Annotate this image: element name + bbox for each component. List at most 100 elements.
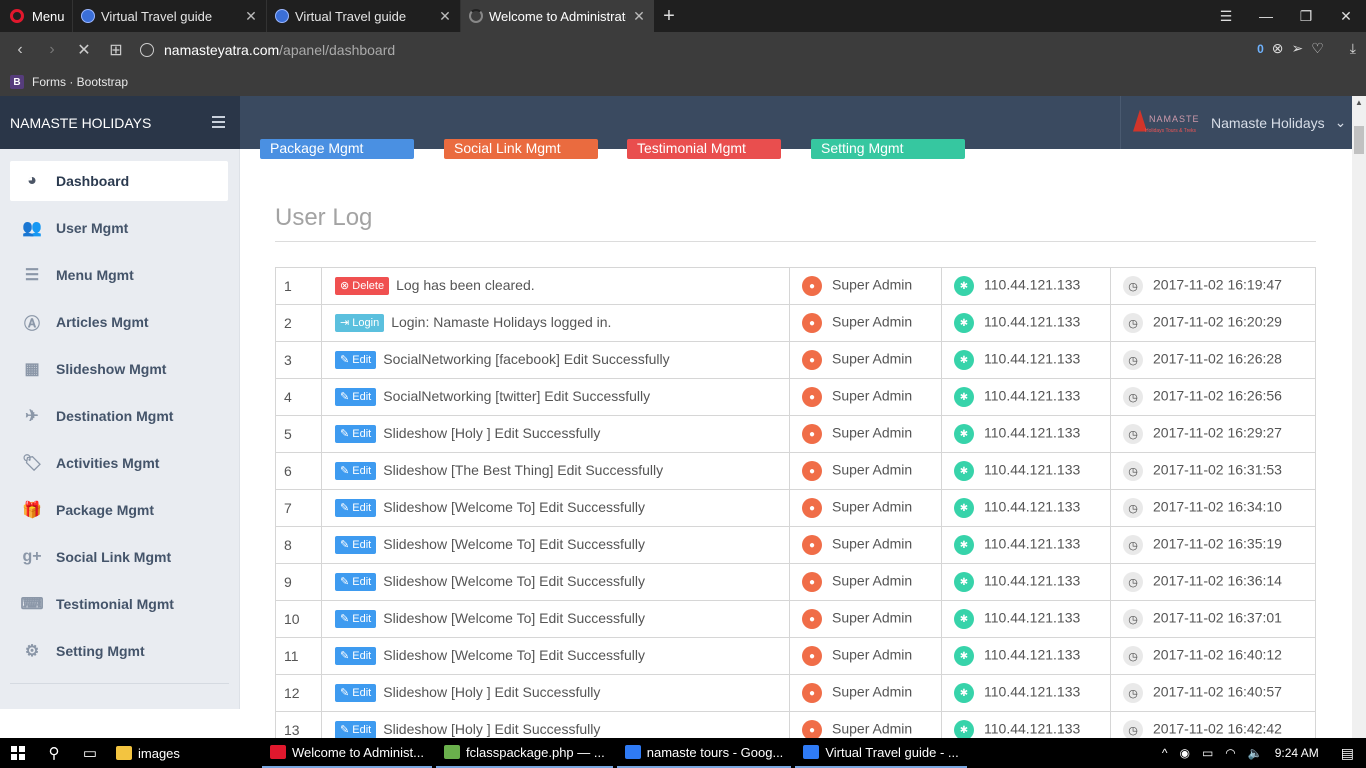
bug-icon: ✱ [954, 572, 974, 592]
taskbar-app-0[interactable]: images [108, 738, 258, 768]
send-icon[interactable]: ➢ [1292, 40, 1304, 57]
log-user-cell: ● Super Admin [789, 711, 942, 738]
sidebar-item-setting-mgmt[interactable]: ⚙ Setting Mgmt [10, 631, 228, 671]
close-tab-icon[interactable]: ✕ [244, 8, 258, 25]
user-menu[interactable]: NAMASTE Holidays Tours & Treks Namaste H… [1120, 96, 1352, 149]
action-badge: ⇥ Login [335, 314, 385, 333]
close-tab-icon[interactable]: ✕ [438, 8, 452, 25]
bookmark-forms-bootstrap[interactable]: Forms · Bootstrap [32, 75, 128, 89]
heart-icon[interactable]: ♡ [1311, 40, 1324, 57]
log-time: 2017-11-02 16:26:56 [1153, 387, 1282, 404]
quick-link-testimonial-mgmt[interactable]: Testimonial Mgmt [627, 139, 781, 159]
log-user: Super Admin [832, 498, 913, 515]
action-badge-label: Edit [352, 428, 372, 441]
action-badge: ✎ Edit [335, 721, 377, 738]
browser-tab-1[interactable]: Virtual Travel guide ✕ [72, 0, 266, 32]
taskbar-app-1[interactable]: Welcome to Administ... [262, 738, 432, 768]
table-row: 11 ✎ Edit Slideshow [Welcome To] Edit Succ… [275, 637, 1316, 675]
log-action-cell: ✎ Edit SocialNetworking [facebook] Edit S… [321, 341, 790, 379]
minimize-icon[interactable]: — [1246, 0, 1286, 32]
tab-menu-icon[interactable]: ☰ [1206, 0, 1246, 32]
google-plus-icon: g+ [22, 548, 42, 565]
action-badge-label: Edit [352, 724, 372, 737]
log-ip-cell: ✱ 110.44.121.133 [941, 563, 1111, 601]
quick-link-setting-mgmt[interactable]: Setting Mgmt [811, 139, 965, 159]
taskbar-app-2[interactable]: fclasspackage.php — ... [435, 738, 613, 768]
opera-menu-button[interactable]: Menu [0, 0, 72, 32]
sidebar-item-user-mgmt[interactable]: 👥 User Mgmt [10, 208, 228, 248]
app-icon [270, 745, 286, 759]
forward-icon[interactable]: › [36, 41, 68, 59]
sidebar-item-activities-mgmt[interactable]: 🏷 Activities Mgmt [10, 443, 228, 483]
clock-icon: ◷ [1123, 498, 1143, 518]
clock-icon: ◷ [1123, 535, 1143, 555]
restore-icon[interactable]: ❐ [1286, 0, 1326, 32]
scrollbar-thumb[interactable] [1354, 126, 1364, 154]
download-icon[interactable]: ⤓ [1350, 40, 1356, 57]
keyboard-icon: ⌨ [20, 596, 44, 613]
back-icon[interactable]: ‹ [4, 41, 36, 59]
action-badge: ✎ Edit [335, 499, 377, 518]
log-ip: 110.44.121.133 [984, 646, 1081, 663]
sidebar-toggle-icon[interactable] [212, 116, 225, 131]
taskbar-app-4[interactable]: Virtual Travel guide - ... [795, 738, 967, 768]
log-user-cell: ● Super Admin [789, 415, 942, 453]
log-ip-cell: ✱ 110.44.121.133 [941, 452, 1111, 490]
tabs-grid-icon[interactable]: ⊞ [100, 40, 132, 60]
bug-icon: ✱ [954, 609, 974, 629]
quick-link-social-link-mgmt[interactable]: Social Link Mgmt [444, 139, 598, 159]
log-user-cell: ● Super Admin [789, 489, 942, 527]
url-field[interactable]: namasteyatra.com/apanel/dashboard [140, 38, 1320, 62]
sidebar-item-menu-mgmt[interactable]: ☰ Menu Mgmt [10, 255, 228, 295]
sidebar-item-testimonial-mgmt[interactable]: ⌨ Testimonial Mgmt [10, 584, 228, 624]
wifi-icon[interactable]: ◠ [1225, 746, 1235, 760]
dashboard-icon: ◕ [27, 172, 37, 189]
sidebar-item-social-link-mgmt[interactable]: g+ Social Link Mgmt [10, 537, 228, 577]
new-tab-button[interactable]: + [654, 5, 684, 28]
stop-loading-icon[interactable]: ✕ [68, 40, 100, 60]
start-button[interactable] [0, 746, 36, 760]
task-view-icon[interactable]: ▭ [72, 744, 108, 762]
clock[interactable]: 9:24 AM [1275, 746, 1319, 760]
taskbar-app-3[interactable]: namaste tours - Goog... [616, 738, 792, 768]
notifications-icon[interactable]: ▤ [1341, 745, 1354, 762]
log-message: Slideshow [Welcome To] Edit Successfully [383, 609, 645, 626]
battery-icon[interactable]: ▭ [1202, 746, 1213, 760]
sidebar-item-slideshow-mgmt[interactable]: ▦ Slideshow Mgmt [10, 349, 228, 389]
sidebar-item-destination-mgmt[interactable]: ✈ Destination Mgmt [10, 396, 228, 436]
brand-title[interactable]: NAMASTE HOLIDAYS [0, 96, 240, 149]
log-time-cell: ◷ 2017-11-02 16:40:57 [1110, 674, 1316, 712]
scroll-up-icon[interactable]: ▲ [1355, 98, 1363, 107]
log-ip: 110.44.121.133 [984, 535, 1081, 552]
log-ip: 110.44.121.133 [984, 276, 1081, 293]
page-scrollbar[interactable]: ▲ [1352, 96, 1366, 738]
row-number: 11 [275, 637, 322, 675]
sidebar-item-label: Testimonial Mgmt [56, 596, 174, 612]
adblock-counter[interactable]: 0 [1257, 42, 1264, 56]
table-row: 10 ✎ Edit Slideshow [Welcome To] Edit Succ… [275, 600, 1316, 638]
panel-title: User Log [275, 204, 373, 231]
search-icon[interactable]: ⚲ [36, 744, 72, 762]
quick-link-package-mgmt[interactable]: Package Mgmt [260, 139, 414, 159]
log-time-cell: ◷ 2017-11-02 16:35:19 [1110, 526, 1316, 564]
browser-tab-3-active[interactable]: Welcome to Administrator ✕ [460, 0, 654, 32]
sidebar-item-articles-mgmt[interactable]: Ⓐ Articles Mgmt [10, 302, 228, 342]
action-badge-label: Edit [352, 391, 372, 404]
action-badge: ✎ Edit [335, 351, 377, 370]
sidebar-item-dashboard[interactable]: ◕ Dashboard [10, 161, 228, 201]
close-window-icon[interactable]: ✕ [1326, 0, 1366, 32]
chrome-icon[interactable]: ◉ [1179, 746, 1189, 760]
sidebar-item-package-mgmt[interactable]: 🎁 Package Mgmt [10, 490, 228, 530]
chevron-up-icon[interactable]: ^ [1162, 746, 1168, 760]
close-tab-icon[interactable]: ✕ [632, 8, 646, 25]
log-user: Super Admin [832, 535, 913, 552]
volume-icon[interactable]: 🔈 [1248, 746, 1263, 760]
window-controls: ☰ — ❐ ✕ [1206, 0, 1366, 32]
edit-icon: ✎ [340, 502, 350, 515]
log-ip: 110.44.121.133 [984, 609, 1081, 626]
sidebar-item-label: Activities Mgmt [56, 455, 160, 471]
adblock-icon[interactable]: ⊗ [1272, 40, 1284, 57]
browser-tab-2[interactable]: Virtual Travel guide ✕ [266, 0, 460, 32]
log-ip-cell: ✱ 110.44.121.133 [941, 600, 1111, 638]
sidebar-item-label: Package Mgmt [56, 502, 155, 518]
